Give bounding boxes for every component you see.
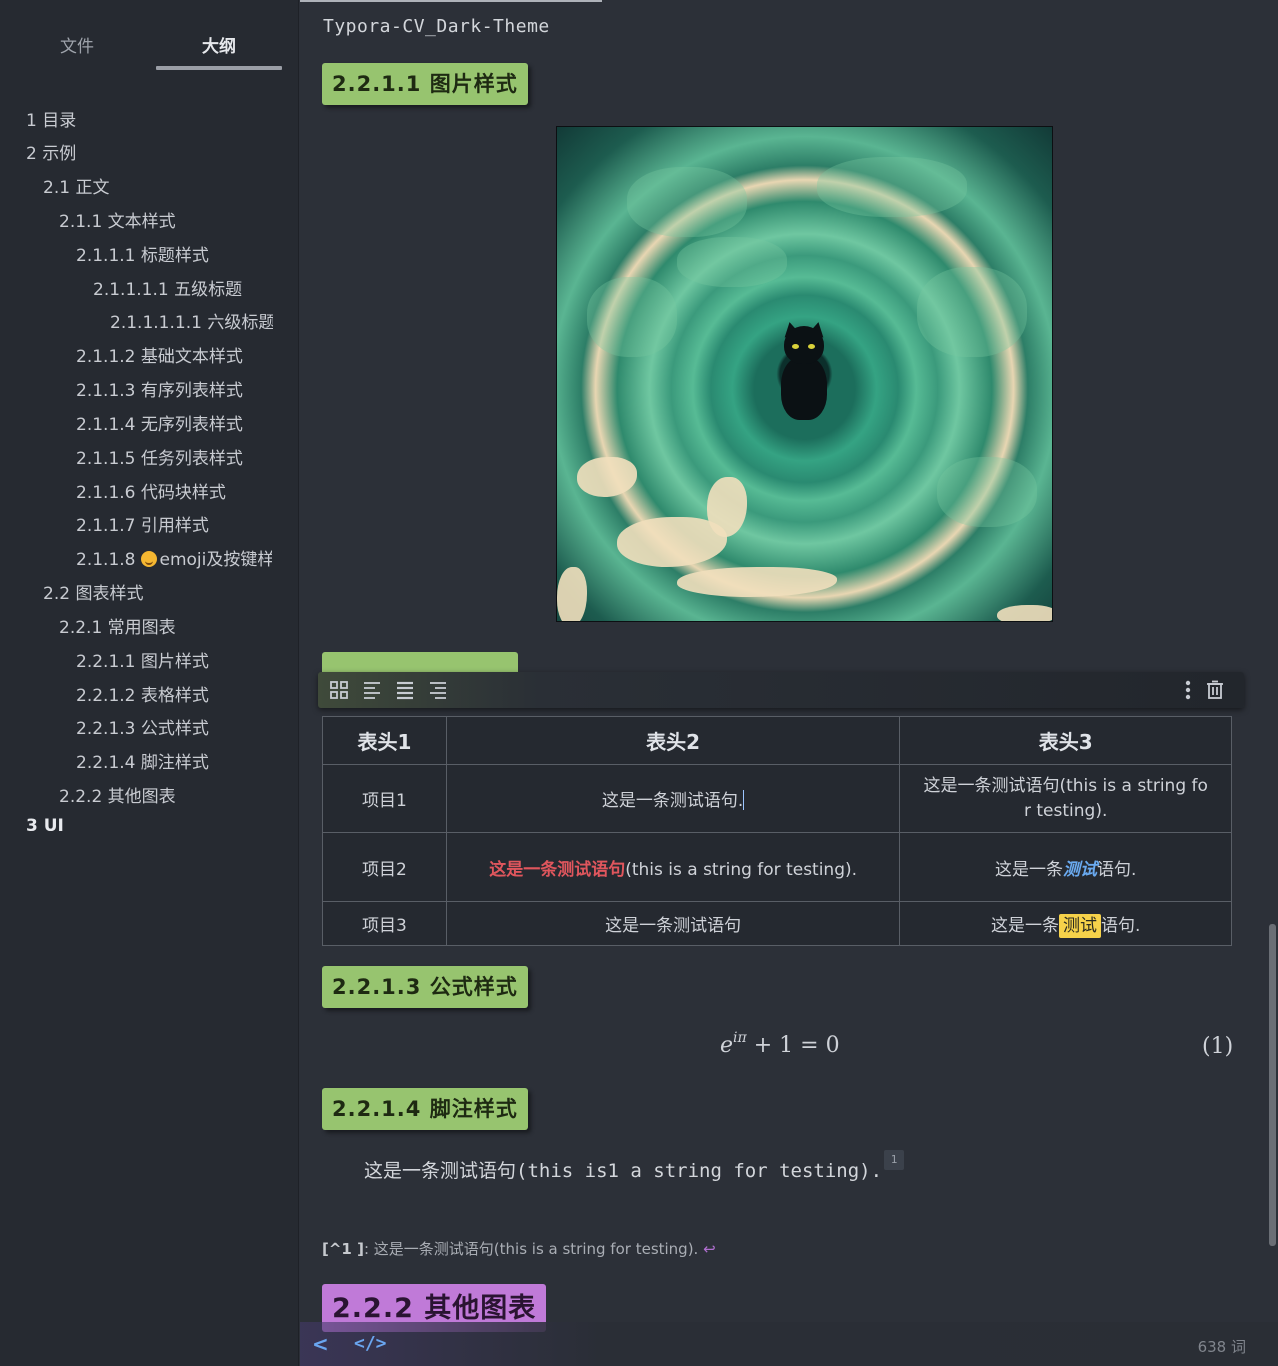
table-header-row: 表头1 表头2 表头3	[322, 716, 1232, 765]
equation-number: (1)	[1202, 1034, 1234, 1059]
tab-files[interactable]: 文件	[14, 32, 140, 57]
outline-item[interactable]: 3 UI	[26, 816, 298, 836]
grid-icon[interactable]	[328, 679, 350, 701]
text-cursor	[743, 790, 745, 810]
table-cell[interactable]: 项目3	[322, 901, 447, 946]
table-cell[interactable]: 这是一条测试语句(this is a string for testing).	[899, 764, 1232, 833]
footnote-back-link[interactable]: ↩	[703, 1240, 716, 1258]
cat-image[interactable]	[556, 126, 1053, 622]
more-vertical-icon[interactable]	[1177, 679, 1199, 701]
table-row: 项目3 这是一条测试语句 这是一条 测试 语句.	[322, 901, 1232, 946]
tab-outline[interactable]: 大纲	[156, 32, 282, 57]
active-tab-indicator	[156, 66, 282, 70]
math-formula[interactable]: eiπ + 1 = 0	[720, 1030, 840, 1058]
outline-item[interactable]: 2 示例	[26, 139, 298, 164]
source-mode-icon[interactable]: </>	[354, 1333, 387, 1354]
outline-item[interactable]: 1 目录	[26, 106, 298, 131]
table-cell[interactable]: 这是一条测试语句(this is a string for testing).	[445, 832, 901, 902]
data-table[interactable]: 表头1 表头2 表头3 项目1 这是一条测试语句. 这是一条测试语句(this …	[322, 716, 1232, 946]
word-count[interactable]: 638 词	[1198, 1336, 1246, 1357]
trash-icon[interactable]	[1204, 679, 1226, 701]
table-row: 项目1 这是一条测试语句. 这是一条测试语句(this is a string …	[322, 764, 1232, 833]
document-tab[interactable]: Typora-CV_Dark-Theme	[300, 0, 602, 50]
table-cell[interactable]: 这是一条测试语句.	[445, 764, 901, 833]
align-center-icon[interactable]	[394, 679, 416, 701]
table-cell[interactable]: 项目1	[322, 764, 447, 833]
sidebar: 文件 大纲 1 目录 2 示例 2.1 正文 2.1.1 文本样式 2.1.1.…	[0, 0, 299, 1366]
outline-item[interactable]: 2.2 图表样式	[43, 579, 315, 604]
table-cell[interactable]: 这是一条测试语句.	[899, 832, 1232, 902]
table-header[interactable]: 表头2	[445, 716, 901, 765]
table-header[interactable]: 表头3	[899, 716, 1232, 765]
editor-area: Typora-CV_Dark-Theme 2.2.1.1 图片样式 表头1 表头…	[300, 0, 1278, 1366]
heading-table-style-peek	[322, 652, 518, 672]
heading-formula-style[interactable]: 2.2.1.3 公式样式	[322, 966, 528, 1008]
heading-footnote-style[interactable]: 2.2.1.4 脚注样式	[322, 1088, 528, 1130]
footnote-marker[interactable]: 1	[884, 1150, 905, 1170]
outline-item[interactable]: 2.1.1.1.1 五级标题	[93, 275, 273, 300]
scrollbar-thumb[interactable]	[1269, 924, 1276, 1246]
table-cell[interactable]: 这是一条测试语句	[445, 901, 901, 946]
footnote-definition[interactable]: [^1 ]: 这是一条测试语句(this is a string for tes…	[322, 1238, 716, 1259]
status-bar: < </> 638 词	[300, 1322, 1278, 1366]
smiling-face-icon	[141, 551, 158, 567]
outline-item[interactable]: 2.1.1 文本样式	[59, 207, 331, 232]
outline-item[interactable]: 2.2.1 常用图表	[59, 613, 331, 638]
footnote-paragraph[interactable]: 这是一条测试语句(this is1 a string for testing).…	[364, 1150, 905, 1183]
table-toolbar	[318, 672, 1244, 708]
table-cell[interactable]: 这是一条测试语句.	[899, 901, 1232, 946]
outline-item[interactable]: 2.1.1.1.1.1 六级标题	[110, 308, 273, 333]
outline-item[interactable]: 2.1 正文	[43, 173, 315, 198]
align-left-icon[interactable]	[361, 679, 383, 701]
heading-image-style[interactable]: 2.2.1.1 图片样式	[322, 63, 528, 105]
outline-item[interactable]: 2.1.1.8emoji及按键样式	[76, 545, 272, 570]
cat	[781, 320, 827, 420]
outline-item[interactable]: 2.2.2 其他图表	[59, 782, 331, 807]
table-cell[interactable]: 项目2	[322, 832, 447, 902]
align-right-icon[interactable]	[427, 679, 449, 701]
toggle-sidebar-icon[interactable]: <	[312, 1332, 329, 1356]
scrollbar[interactable]	[1267, 0, 1278, 1322]
sidebar-tabs: 文件 大纲	[0, 0, 298, 74]
table-header[interactable]: 表头1	[322, 716, 447, 765]
table-row: 项目2 这是一条测试语句(this is a string for testin…	[322, 832, 1232, 902]
document-title: Typora-CV_Dark-Theme	[323, 16, 550, 37]
